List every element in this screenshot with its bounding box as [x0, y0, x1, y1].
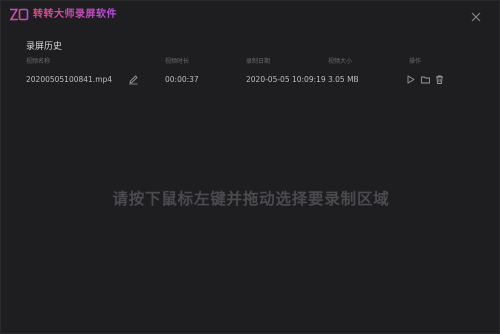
column-header-duration: 视频时长	[165, 58, 190, 65]
play-button[interactable]	[405, 74, 416, 85]
title-bar[interactable]: 转转大师录屏软件	[1, 1, 500, 29]
close-icon	[471, 12, 481, 22]
edit-icon	[129, 75, 138, 85]
column-header-name: 视频名称	[26, 58, 51, 65]
section-title: 录屏历史	[26, 42, 63, 52]
recorder-window: 转转大师录屏软件 录屏历史 视频名称 视频时长 录制日期 视频大小 操作 202…	[0, 0, 500, 334]
folder-icon	[421, 76, 430, 84]
close-button[interactable]	[469, 9, 483, 23]
play-icon	[407, 75, 415, 84]
rename-button[interactable]	[128, 74, 139, 85]
column-header-size: 视频大小	[328, 58, 353, 65]
column-header-date: 录制日期	[246, 58, 271, 65]
column-header-actions: 操作	[409, 58, 422, 65]
video-date: 2020-05-05 10:09:19	[246, 75, 326, 84]
trash-icon	[436, 75, 443, 84]
delete-button[interactable]	[434, 74, 445, 85]
video-size: 3.05 MB	[328, 75, 359, 84]
app-title: 转转大师录屏软件	[33, 9, 117, 20]
video-duration: 00:00:37	[165, 75, 199, 84]
open-folder-button[interactable]	[420, 74, 431, 85]
app-logo-icon	[9, 8, 29, 21]
selection-hint: 请按下鼠标左键并拖动选择要录制区域	[112, 190, 390, 208]
video-name: 20200505100841.mp4	[26, 75, 113, 84]
